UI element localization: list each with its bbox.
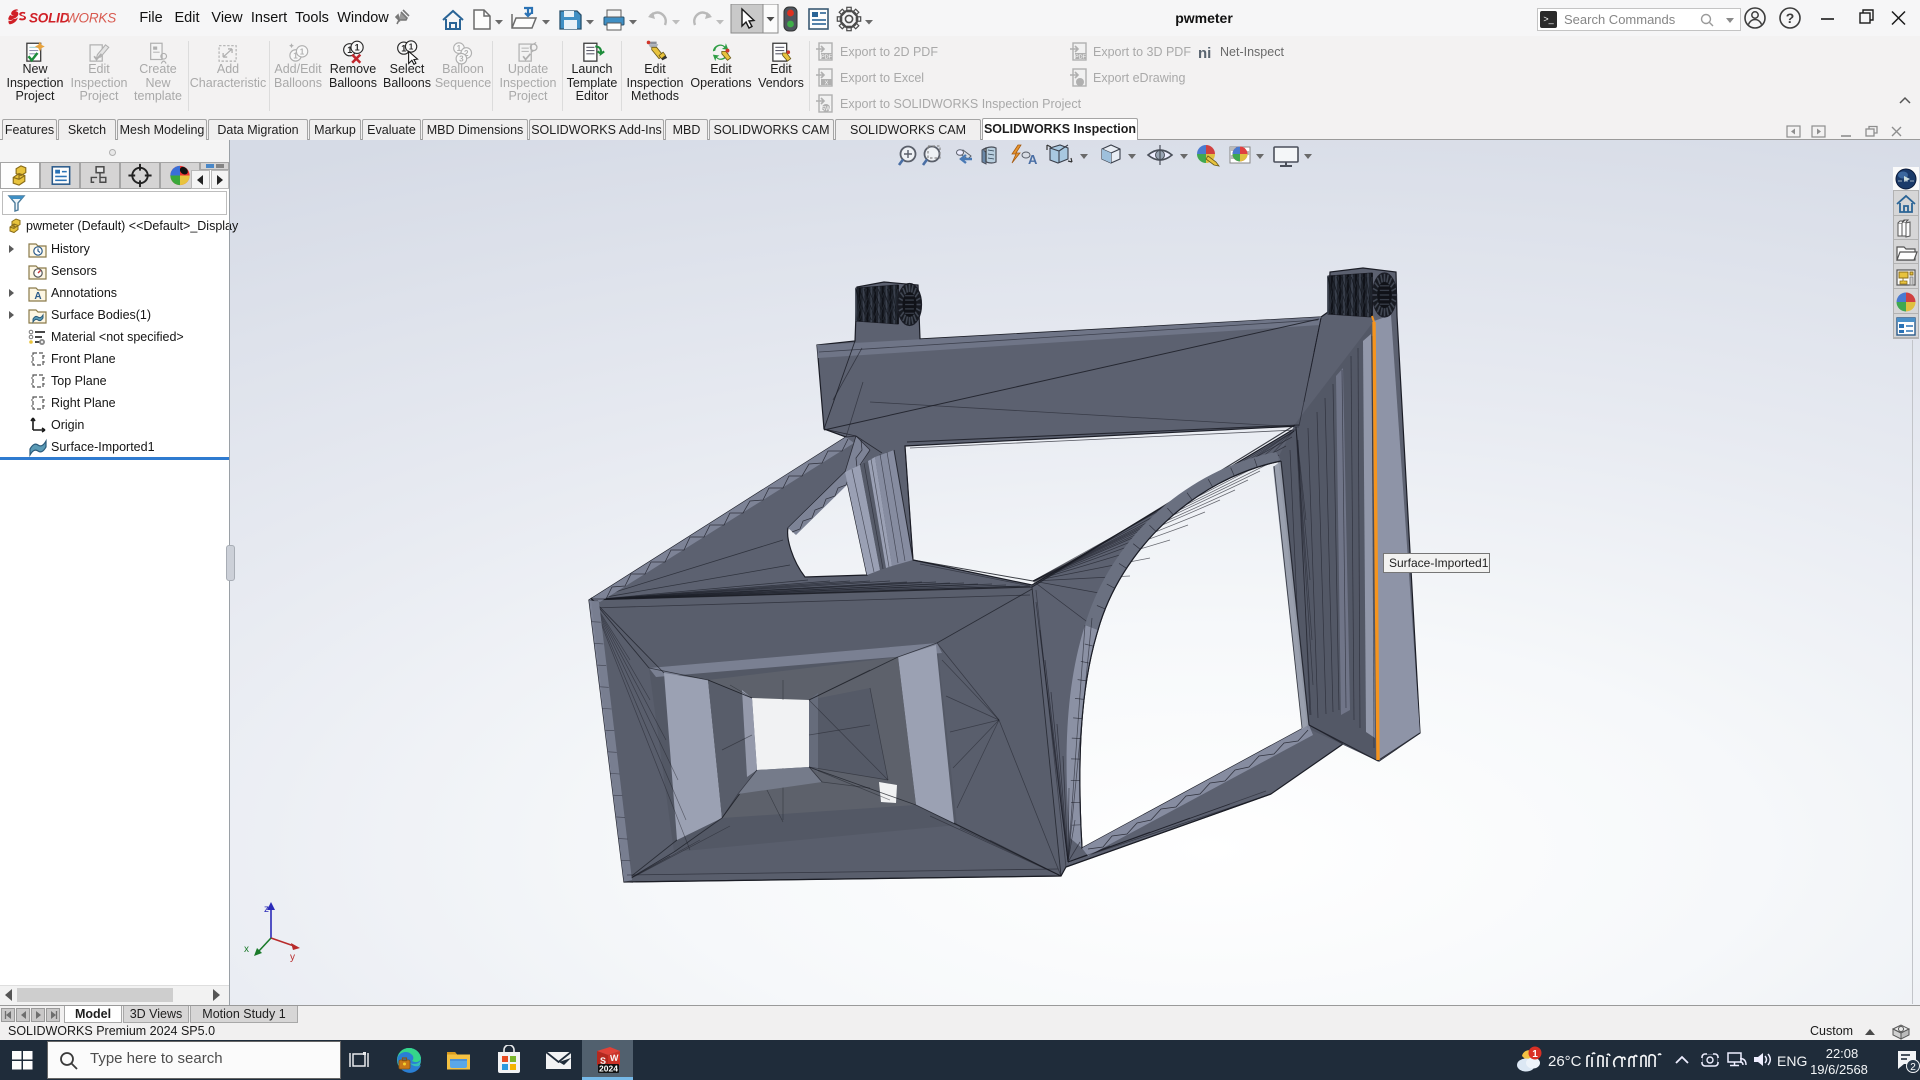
svg-text:PDF: PDF <box>1075 54 1087 60</box>
svg-text:?: ? <box>1786 10 1795 26</box>
svg-text:2: 2 <box>1910 1062 1916 1073</box>
svg-text:1: 1 <box>300 48 305 57</box>
svg-text:ni: ni <box>1198 45 1211 62</box>
svg-text:x: x <box>244 944 249 955</box>
svg-text:1: 1 <box>355 43 360 53</box>
svg-text:PDF: PDF <box>821 54 833 60</box>
svg-text:1: 1 <box>1532 1049 1538 1060</box>
svg-text:X: X <box>825 80 829 86</box>
svg-text:2024: 2024 <box>599 1064 618 1074</box>
svg-text:z: z <box>264 904 269 915</box>
svg-text:WORKS: WORKS <box>66 11 116 26</box>
svg-text:A: A <box>1028 152 1038 167</box>
svg-text:SW: SW <box>821 107 831 113</box>
svg-text:SOLID: SOLID <box>29 11 70 26</box>
svg-text:1: 1 <box>409 43 414 52</box>
svg-text:A: A <box>34 291 41 302</box>
svg-text:y: y <box>290 952 295 963</box>
svg-text:W: W <box>610 1053 619 1063</box>
svg-text:3: 3 <box>459 55 464 64</box>
